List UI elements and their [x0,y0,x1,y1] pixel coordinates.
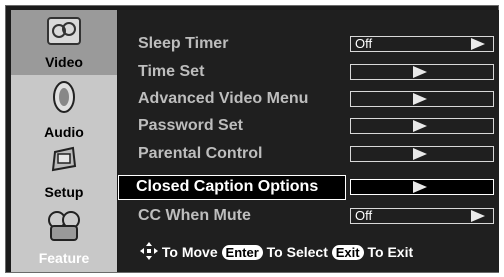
menu-row-label: Advanced Video Menu [138,90,309,107]
sleep-timer-value[interactable]: Off [350,36,494,52]
video-icon [46,16,82,53]
sidebar-item-audio[interactable]: Audio [11,75,117,140]
menu-row-time-set[interactable]: Time Set [118,60,499,86]
move-hint: To Move [161,244,218,260]
sidebar-label-feature: Feature [38,250,90,266]
menu-row-label: Closed Caption Options [136,178,319,195]
right-arrow-icon [413,93,427,105]
time-set-value[interactable] [350,64,494,80]
enter-key-badge: Enter [221,245,263,260]
sidebar-item-video[interactable]: Video [11,10,117,75]
sidebar-label-video: Video [45,54,83,70]
parental-control-value[interactable] [350,146,494,162]
menu-row-cc-when-mute[interactable]: CC When Mute Off [118,204,499,230]
menu-row-label: Time Set [138,63,205,80]
settings-panel: Sleep Timer Off Time Set Advanced Video … [118,10,499,272]
right-arrow-icon [413,148,427,160]
password-set-value[interactable] [350,118,494,134]
menu-row-password-set[interactable]: Password Set [118,114,499,140]
menu-row-sleep-timer[interactable]: Sleep Timer Off [118,32,499,58]
menu-row-advanced-video[interactable]: Advanced Video Menu [118,87,499,113]
sidebar-label-audio: Audio [44,124,84,140]
menu-row-label: Password Set [138,117,243,134]
sidebar-item-feature[interactable]: Feature [11,206,117,272]
right-arrow-icon [413,120,427,132]
sidebar: Video Audio Setup Feature [11,10,117,272]
tools-icon [45,208,83,247]
exit-hint: To Exit [367,244,414,260]
gear-icon [47,142,81,179]
menu-row-label: CC When Mute [138,207,251,224]
menu-row-label: Parental Control [138,145,263,162]
right-arrow-icon [471,38,485,50]
menu-row-closed-caption[interactable]: Closed Caption Options [118,175,499,201]
advanced-video-value[interactable] [350,91,494,107]
right-arrow-icon [413,66,427,78]
move-arrows-icon [140,242,158,263]
right-arrow-icon [471,210,485,222]
menu-row-parental-control[interactable]: Parental Control [118,142,499,168]
closed-caption-value[interactable] [350,179,494,195]
sidebar-label-setup: Setup [44,184,84,200]
menu-row-label: Sleep Timer [138,35,229,52]
right-arrow-icon [413,181,427,193]
select-hint: To Select [266,244,328,260]
cc-when-mute-value[interactable]: Off [350,208,494,224]
footer-hint: To Move Enter To Select Exit To Exit [140,242,413,263]
sidebar-item-setup[interactable]: Setup [11,140,117,206]
exit-key-badge: Exit [331,245,364,260]
speaker-icon [49,80,79,119]
